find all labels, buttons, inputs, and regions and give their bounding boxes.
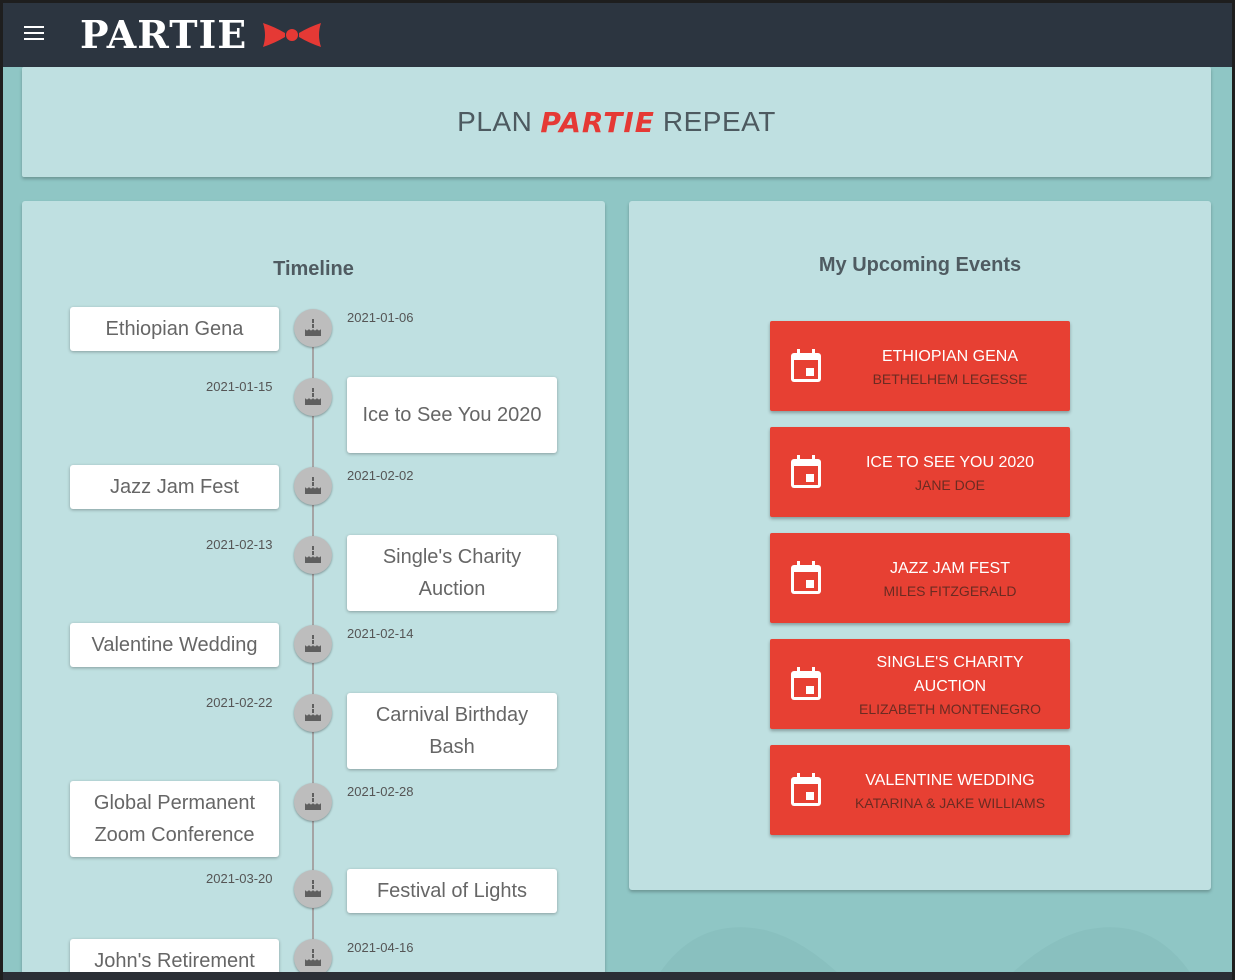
event-title: Single's Charity Auction (876, 654, 1024, 695)
hero-text-plan: PLAN (457, 106, 533, 137)
timeline-event-card[interactable]: Ice to See You 2020 (347, 377, 557, 453)
bottom-strip (0, 972, 1235, 980)
timeline-event-date: 2021-03-20 (206, 871, 273, 886)
cake-icon (294, 467, 332, 505)
cake-icon (294, 309, 332, 347)
timeline-event-card[interactable]: Carnival Birthday Bash (347, 693, 557, 769)
timeline-event-date: 2021-02-02 (347, 468, 414, 483)
event-title: Valentine Wedding (865, 772, 1035, 789)
event-host: Elizabeth Montenegro (858, 701, 1042, 717)
cake-icon (294, 625, 332, 663)
decorative-bowtie-watermark (655, 927, 1195, 980)
calendar-icon (790, 455, 822, 494)
cake-icon (294, 870, 332, 908)
calendar-icon (790, 561, 822, 600)
timeline-event-card[interactable]: Global Permanent Zoom Conference (70, 781, 279, 857)
menu-icon[interactable] (24, 26, 44, 42)
event-title: Jazz Jam Fest (890, 560, 1010, 577)
timeline-event-date: 2021-02-14 (347, 626, 414, 641)
timeline-event-card[interactable]: Festival of Lights (347, 869, 557, 913)
timeline-event-card[interactable]: Single's Charity Auction (347, 535, 557, 611)
hero-banner: PLAN PARTIE REPEAT (22, 67, 1211, 177)
timeline-event-date: 2021-02-22 (206, 695, 273, 710)
event-text: Jazz Jam Fest Miles Fitzgerald (840, 533, 1060, 623)
event-title: Ethiopian Gena (881, 348, 1019, 365)
brand-logo[interactable]: PARTIE (80, 12, 323, 57)
upcoming-event-button[interactable]: Ice to See You 2020 Jane Doe (770, 427, 1070, 517)
timeline-event-date: 2021-02-13 (206, 537, 273, 552)
event-host: Jane Doe (914, 477, 985, 493)
event-text: Ethiopian Gena Bethelhem Legesse (840, 321, 1060, 411)
brand-name: PARTIE (80, 12, 248, 57)
timeline-event-card[interactable]: Valentine Wedding (70, 623, 279, 667)
event-host: Katarina & Jake Williams (854, 795, 1046, 811)
timeline-event-date: 2021-01-15 (206, 379, 273, 394)
calendar-icon (790, 349, 822, 388)
upcoming-events-card: My Upcoming Events Ethiopian Gena Bethelh… (629, 201, 1211, 890)
timeline-title: Timeline (273, 258, 354, 280)
calendar-icon (790, 667, 822, 706)
event-text: Valentine Wedding Katarina & Jake William… (840, 745, 1060, 835)
cake-icon (294, 536, 332, 574)
event-host: Bethelhem Legesse (872, 371, 1028, 387)
event-text: Single's Charity Auction Elizabeth Monten… (840, 639, 1060, 729)
timeline-event-date: 2021-02-28 (347, 784, 414, 799)
calendar-icon (790, 773, 822, 812)
timeline-event-card[interactable]: Ethiopian Gena (70, 307, 279, 351)
cake-icon (294, 694, 332, 732)
event-text: Ice to See You 2020 Jane Doe (840, 427, 1060, 517)
timeline-card: Timeline Ethiopian Gena 2021-01-06 Ice to … (22, 201, 605, 980)
upcoming-event-button[interactable]: Single's Charity Auction Elizabeth Monten… (770, 639, 1070, 729)
hero-text-repeat: REPEAT (662, 106, 776, 137)
timeline-event-date: 2021-04-16 (347, 940, 414, 955)
cake-icon (294, 783, 332, 821)
timeline-event-date: 2021-01-06 (347, 310, 414, 325)
event-title: Ice to See You 2020 (865, 454, 1035, 471)
upcoming-event-button[interactable]: Ethiopian Gena Bethelhem Legesse (770, 321, 1070, 411)
bowtie-icon (263, 22, 322, 47)
cake-icon (294, 378, 332, 416)
hero-text-partie: PARTIE (540, 105, 655, 139)
upcoming-events-title: My Upcoming Events (818, 254, 1022, 276)
event-host: Miles Fitzgerald (883, 583, 1017, 599)
top-app-bar: PARTIE (0, 0, 1235, 67)
upcoming-event-button[interactable]: Jazz Jam Fest Miles Fitzgerald (770, 533, 1070, 623)
upcoming-event-button[interactable]: Valentine Wedding Katarina & Jake William… (770, 745, 1070, 835)
timeline-event-card[interactable]: Jazz Jam Fest (70, 465, 279, 509)
